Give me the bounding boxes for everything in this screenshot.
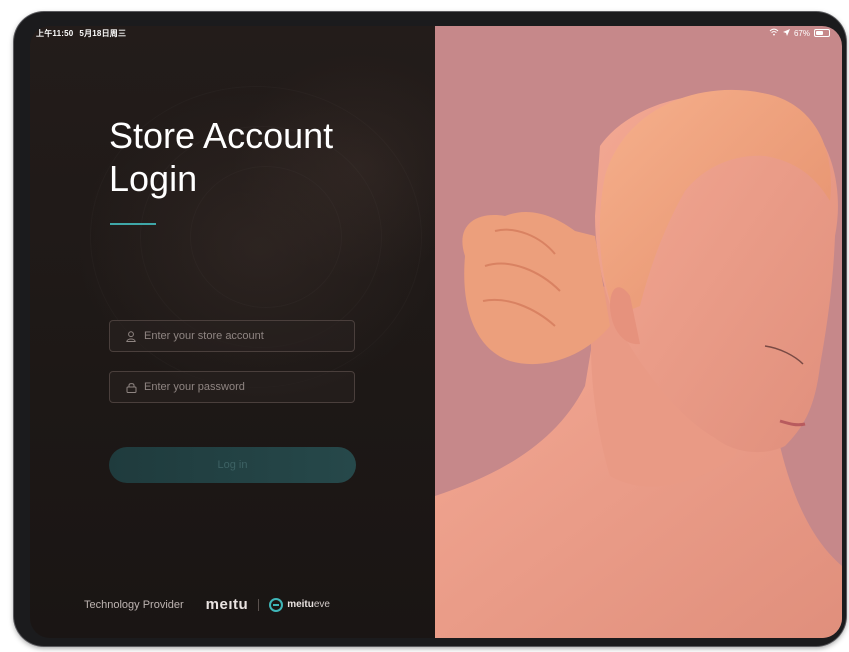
title-line-2: Login: [109, 158, 198, 199]
store-account-input[interactable]: [144, 330, 344, 342]
login-panel: Store Account Login Enter your store acc…: [30, 26, 435, 638]
footer-divider: [258, 598, 260, 611]
status-time-date: 上午11:50 5月18日周三: [36, 28, 126, 39]
meitu-eve-logo-icon: [269, 597, 284, 612]
hero-image: [435, 26, 842, 638]
page-title: Store Account Login: [109, 114, 409, 200]
meitu-logo: meıtu: [205, 596, 249, 613]
battery-percent: 67%: [793, 28, 810, 38]
meitu-eve-logo: meitueve: [287, 599, 330, 610]
location-arrow-icon: [782, 28, 790, 38]
battery-icon: [814, 29, 830, 37]
screen: Store Account Login Enter your store acc…: [30, 26, 842, 638]
password-field[interactable]: [109, 371, 355, 403]
password-input[interactable]: [144, 381, 344, 393]
status-date: 5月18日周三: [79, 29, 127, 38]
footer: Technology Provider meıtu meitueve: [84, 596, 330, 613]
meitu-eve-logo-main: meitu: [287, 599, 314, 610]
wifi-icon: [769, 28, 779, 38]
tablet-frame: Store Account Login Enter your store acc…: [14, 12, 846, 646]
store-account-field[interactable]: [109, 320, 355, 352]
title-line-1: Store Account: [109, 115, 334, 156]
status-time: 上午11:50: [36, 29, 74, 38]
login-button[interactable]: Log in: [109, 447, 356, 483]
user-icon: [118, 330, 144, 342]
battery-level: [816, 31, 823, 35]
status-bar: 上午11:50 5月18日周三 67%: [30, 26, 842, 40]
status-icons: 67%: [769, 28, 830, 38]
lock-icon: [118, 382, 144, 393]
technology-provider-label: Technology Provider: [84, 598, 184, 611]
meitu-eve-logo-suffix: eve: [313, 599, 330, 610]
title-accent-line: [110, 223, 156, 225]
woman-portrait-illustration: [435, 89, 842, 638]
